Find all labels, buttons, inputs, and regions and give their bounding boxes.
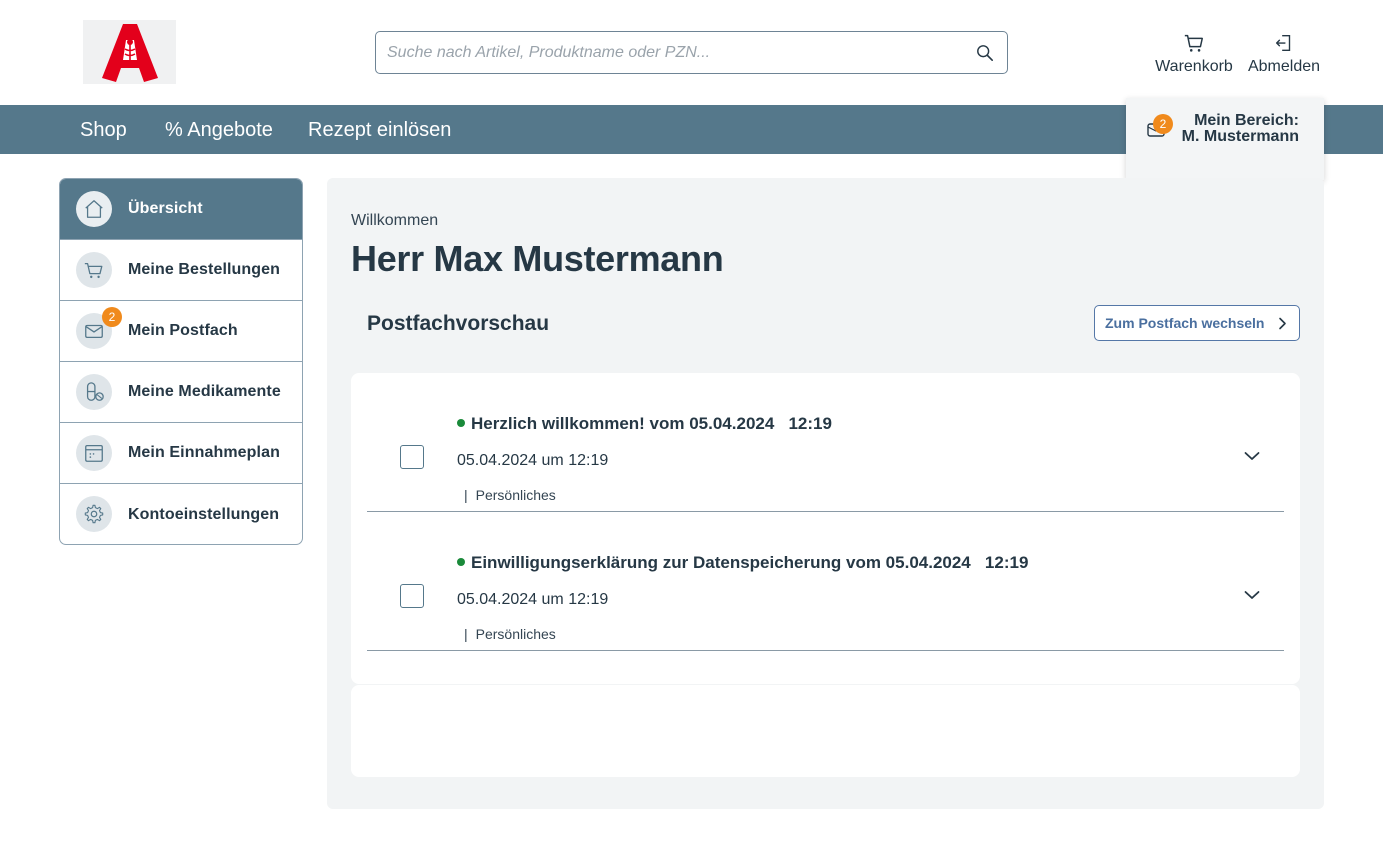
cart-label: Warenkorb xyxy=(1155,58,1233,75)
pill-icon xyxy=(86,382,104,401)
sidebar-item-intake-plan[interactable]: Mein Einnahmeplan xyxy=(60,423,302,484)
nav-redeem-prescription[interactable]: Rezept einlösen xyxy=(308,119,451,142)
account-notification-badge: 2 xyxy=(1153,114,1173,134)
home-icon xyxy=(85,200,103,218)
chevron-down-icon[interactable] xyxy=(1244,590,1260,600)
calendar-icon xyxy=(85,445,103,462)
message-category: | Persönliches xyxy=(464,626,556,642)
account-sidebar: Übersicht Meine Bestellungen 2 Mein Post… xyxy=(59,178,303,545)
my-area-button[interactable]: 2 Mein Bereich: M. Mustermann xyxy=(1126,98,1324,180)
sidebar-item-mailbox[interactable]: 2 Mein Postfach xyxy=(60,301,302,362)
search-input[interactable] xyxy=(376,32,956,73)
message-date: 05.04.2024 um 12:19 xyxy=(457,452,609,469)
chevron-right-icon xyxy=(1279,317,1286,330)
search-icon[interactable] xyxy=(976,44,994,62)
header: Warenkorb Abmelden xyxy=(0,0,1383,105)
sidebar-item-label: Meine Medikamente xyxy=(128,383,281,400)
list-item[interactable]: Herzlich willkommen! vom 05.04.2024 12:1… xyxy=(367,373,1284,512)
message-category: | Persönliches xyxy=(464,487,556,503)
welcome-text: Willkommen xyxy=(351,212,439,229)
cart-icon xyxy=(1184,34,1203,52)
sidebar-item-label: Übersicht xyxy=(128,200,203,217)
logout-icon xyxy=(1275,34,1291,52)
account-label-line2: M. Mustermann xyxy=(1181,128,1299,145)
unread-indicator xyxy=(457,558,465,566)
gear-icon xyxy=(84,504,104,524)
cart-icon xyxy=(84,262,103,279)
go-to-mailbox-label: Zum Postfach wechseln xyxy=(1105,315,1265,331)
sidebar-item-account-settings[interactable]: Kontoeinstellungen xyxy=(60,484,302,544)
sidebar-item-label: Mein Einnahmeplan xyxy=(128,444,280,461)
message-subject: Herzlich willkommen! vom 05.04.2024 12:1… xyxy=(457,414,832,434)
cart-button[interactable]: Warenkorb xyxy=(1155,32,1233,76)
sidebar-item-label: Kontoeinstellungen xyxy=(128,505,280,523)
mail-icon xyxy=(85,324,103,339)
section-title-mailbox-preview: Postfachvorschau xyxy=(367,312,550,335)
apotheke-a-logo-icon xyxy=(101,24,158,82)
message-subject: Einwilligungserklärung zur Datenspeicher… xyxy=(457,553,1028,573)
sidebar-item-overview[interactable]: Übersicht xyxy=(60,179,302,240)
account-label: Mein Bereich: M. Mustermann xyxy=(1182,113,1299,145)
message-checkbox[interactable] xyxy=(400,445,424,469)
sidebar-item-label: Meine Bestellungen xyxy=(128,261,281,278)
message-date: 05.04.2024 um 12:19 xyxy=(457,591,609,608)
dashboard-content: Willkommen Herr Max Mustermann Postfachv… xyxy=(327,178,1324,809)
message-checkbox[interactable] xyxy=(400,584,424,608)
sidebar-item-medications[interactable]: Meine Medikamente xyxy=(60,362,302,423)
logout-button[interactable]: Abmelden xyxy=(1248,32,1320,76)
account-label-line1: Mein Bereich: xyxy=(1194,112,1299,129)
search-box xyxy=(375,31,1008,74)
nav-offers[interactable]: % Angebote xyxy=(165,119,273,142)
unread-indicator xyxy=(457,419,465,427)
logout-label: Abmelden xyxy=(1247,58,1321,75)
page-title: Herr Max Mustermann xyxy=(351,238,724,279)
mailbox-unread-badge: 2 xyxy=(102,307,122,327)
list-item[interactable]: Einwilligungserklärung zur Datenspeicher… xyxy=(367,512,1284,651)
chevron-down-icon[interactable] xyxy=(1244,451,1260,461)
sidebar-item-label: Mein Postfach xyxy=(128,322,238,339)
mailbox-preview-list: Herzlich willkommen! vom 05.04.2024 12:1… xyxy=(351,373,1300,684)
pharmacy-logo[interactable] xyxy=(83,20,176,84)
sidebar-item-orders[interactable]: Meine Bestellungen xyxy=(60,240,302,301)
empty-card xyxy=(351,685,1300,777)
go-to-mailbox-button[interactable]: Zum Postfach wechseln xyxy=(1094,305,1300,341)
nav-shop[interactable]: Shop xyxy=(80,119,127,142)
